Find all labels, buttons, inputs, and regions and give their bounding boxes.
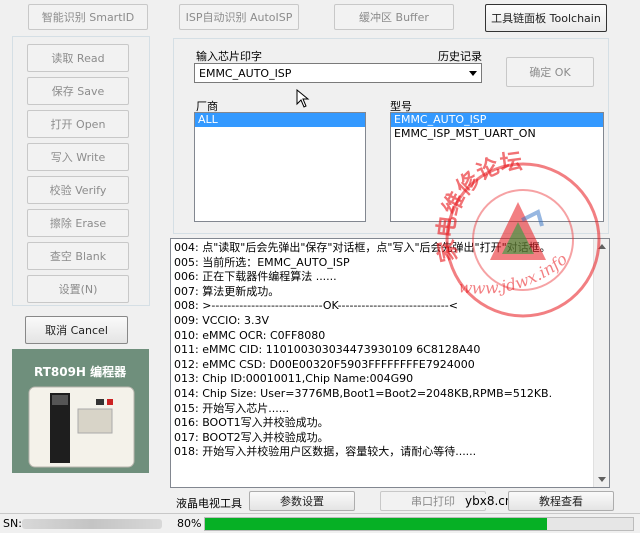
write-button[interactable]: 写入 Write — [27, 143, 129, 171]
log-line: 006: 正在下载器件编程算法 ...... — [174, 270, 337, 284]
chip-input-value: EMMC_AUTO_ISP — [199, 67, 292, 80]
log-output[interactable]: 004: 点"读取"后会先弹出"保存"对话框，点"写入"后会先弹出"打开"对话框… — [170, 238, 610, 488]
verify-button[interactable]: 校验 Verify — [27, 176, 129, 204]
vendor-item-all[interactable]: ALL — [195, 113, 365, 127]
product-image: RT809H 编程器 — [12, 349, 149, 473]
status-bar: SN: 80% — [0, 513, 640, 533]
chevron-down-icon[interactable] — [469, 71, 477, 76]
scroll-down-icon[interactable] — [598, 477, 606, 482]
chip-input-label: 输入芯片印字 — [196, 50, 262, 63]
sn-value-blurred — [22, 519, 162, 529]
settings-button[interactable]: 设置(N) — [27, 275, 129, 303]
blank-button[interactable]: 查空 Blank — [27, 242, 129, 270]
log-line: 015: 开始写入芯片...... — [174, 401, 290, 415]
programmer-icon — [28, 386, 135, 468]
ok-button[interactable]: 确定 OK — [506, 57, 594, 87]
save-button[interactable]: 保存 Save — [27, 77, 129, 105]
params-button[interactable]: 参数设置 — [249, 491, 355, 511]
log-line: 010: eMMC OCR: C0FF8080 — [174, 328, 326, 342]
scroll-up-icon[interactable] — [598, 244, 606, 249]
log-line: 013: Chip ID:00010011,Chip Name:004G90 — [174, 372, 414, 386]
tv-tool-label: 液晶电视工具 — [176, 497, 242, 510]
log-line: 018: 开始写入并校验用户区数据，容量较大，请耐心等待...... — [174, 445, 477, 459]
log-line: 012: eMMC CSD: D00E00320F5903FFFFFFFFE79… — [174, 357, 475, 371]
model-item-emmc-auto-isp[interactable]: EMMC_AUTO_ISP — [391, 113, 603, 127]
log-line: 008: >----------------------------OK----… — [174, 299, 458, 313]
log-line: 016: BOOT1写入并校验成功。 — [174, 416, 329, 430]
open-button[interactable]: 打开 Open — [27, 110, 129, 138]
tab-toolchain[interactable]: 工具链面板 Toolchain — [485, 4, 607, 32]
cursor-icon — [296, 89, 310, 108]
model-item-emmc-isp-mst[interactable]: EMMC_ISP_MST_UART_ON — [391, 127, 603, 141]
read-button[interactable]: 读取 Read — [27, 44, 129, 72]
log-line: 017: BOOT2写入并校验成功。 — [174, 430, 329, 444]
progress-bar — [204, 517, 634, 531]
erase-button[interactable]: 擦除 Erase — [27, 209, 129, 237]
history-label: 历史记录 — [438, 50, 482, 63]
progress-text: 80% — [177, 517, 202, 530]
tab-autoisp[interactable]: ISP自动识别 AutoISP — [179, 4, 299, 30]
tab-buffer[interactable]: 缓冲区 Buffer — [334, 4, 454, 30]
site-text: ybx8.cn — [463, 494, 515, 508]
log-line: 009: VCCIO: 3.3V — [174, 313, 270, 327]
tab-smartid[interactable]: 智能识别 SmartID — [28, 4, 148, 30]
log-line: 007: 算法更新成功。 — [174, 284, 280, 298]
log-scrollbar[interactable] — [593, 239, 609, 487]
vendor-list[interactable]: ALL — [194, 112, 366, 222]
tutorial-button[interactable]: 教程查看 — [508, 491, 614, 511]
progress-fill — [205, 518, 548, 530]
cancel-button[interactable]: 取消 Cancel — [25, 316, 128, 344]
log-line: 014: Chip Size: User=3776MB,Boot1=Boot2=… — [174, 386, 553, 400]
sn-label: SN: — [3, 517, 22, 530]
log-line: 005: 当前所选：EMMC_AUTO_ISP — [174, 255, 350, 269]
log-line: 011: eMMC CID: 110100303034473930109 6C8… — [174, 343, 481, 357]
log-line: 004: 点"读取"后会先弹出"保存"对话框，点"写入"后会先弹出"打开"对话框… — [174, 241, 551, 254]
model-list[interactable]: EMMC_AUTO_ISP EMMC_ISP_MST_UART_ON — [390, 112, 604, 222]
chip-input-combo[interactable]: EMMC_AUTO_ISP — [194, 63, 482, 83]
